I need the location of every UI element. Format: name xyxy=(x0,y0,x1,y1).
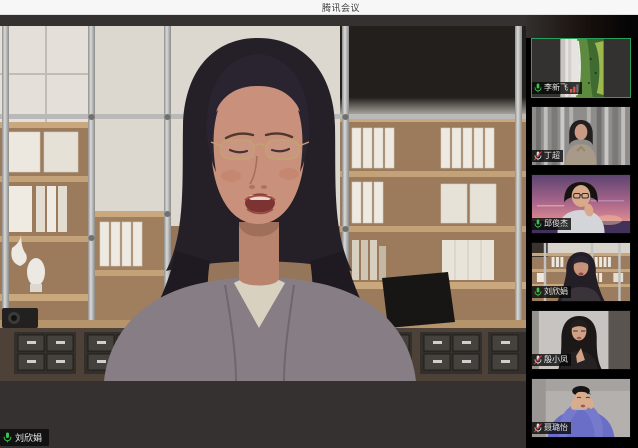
meeting-window: 腾讯会议 xyxy=(0,0,638,448)
participant-tile[interactable]: 李新飞 xyxy=(531,38,631,98)
speaker-name: 刘欣娟 xyxy=(15,431,42,444)
main-video[interactable]: 刘欣娟 xyxy=(0,15,526,448)
mic-on-icon xyxy=(3,432,12,443)
main-video-feed xyxy=(0,26,526,381)
participant-label: 丁超 xyxy=(532,150,563,162)
mic-on-icon xyxy=(534,287,542,297)
meeting-content: 刘欣娟 xyxy=(0,15,638,448)
participant-name: 丁超 xyxy=(544,151,560,161)
participant-name: 邱俊杰 xyxy=(544,219,568,229)
participant-label: 殷小凤 xyxy=(532,354,571,366)
participant-name: 刘欣娟 xyxy=(544,287,568,297)
participant-sidebar: 李新飞 xyxy=(526,15,638,448)
participant-label: 邱俊杰 xyxy=(532,218,571,230)
participant-label: 聂璐怡 xyxy=(532,422,571,434)
participant-name: 李新飞 xyxy=(544,83,568,93)
sidebar-gradient xyxy=(526,15,638,38)
window-title: 腾讯会议 xyxy=(322,1,360,14)
participant-name: 聂璐怡 xyxy=(544,423,568,433)
speaker-nametag: 刘欣娟 xyxy=(0,429,49,446)
participant-tile[interactable]: 殷小凤 xyxy=(531,310,631,370)
mic-muted-icon xyxy=(534,151,542,161)
participant-tile[interactable]: 聂璐怡 xyxy=(531,378,631,438)
mic-on-icon xyxy=(534,219,542,229)
participant-tile[interactable]: 丁超 xyxy=(531,106,631,166)
participant-tile[interactable]: 刘欣娟 xyxy=(531,242,631,302)
network-signal-icon xyxy=(570,84,579,93)
titlebar[interactable]: 腾讯会议 xyxy=(0,0,638,15)
camera-object xyxy=(2,308,38,328)
mic-muted-icon xyxy=(534,423,542,433)
mic-muted-icon xyxy=(534,355,542,365)
participant-name: 殷小凤 xyxy=(544,355,568,365)
participant-tile[interactable]: 邱俊杰 xyxy=(531,174,631,234)
participant-label: 李新飞 xyxy=(532,82,582,94)
mic-on-icon xyxy=(534,83,542,93)
laptop-object xyxy=(382,272,455,328)
participant-label: 刘欣娟 xyxy=(532,286,571,298)
